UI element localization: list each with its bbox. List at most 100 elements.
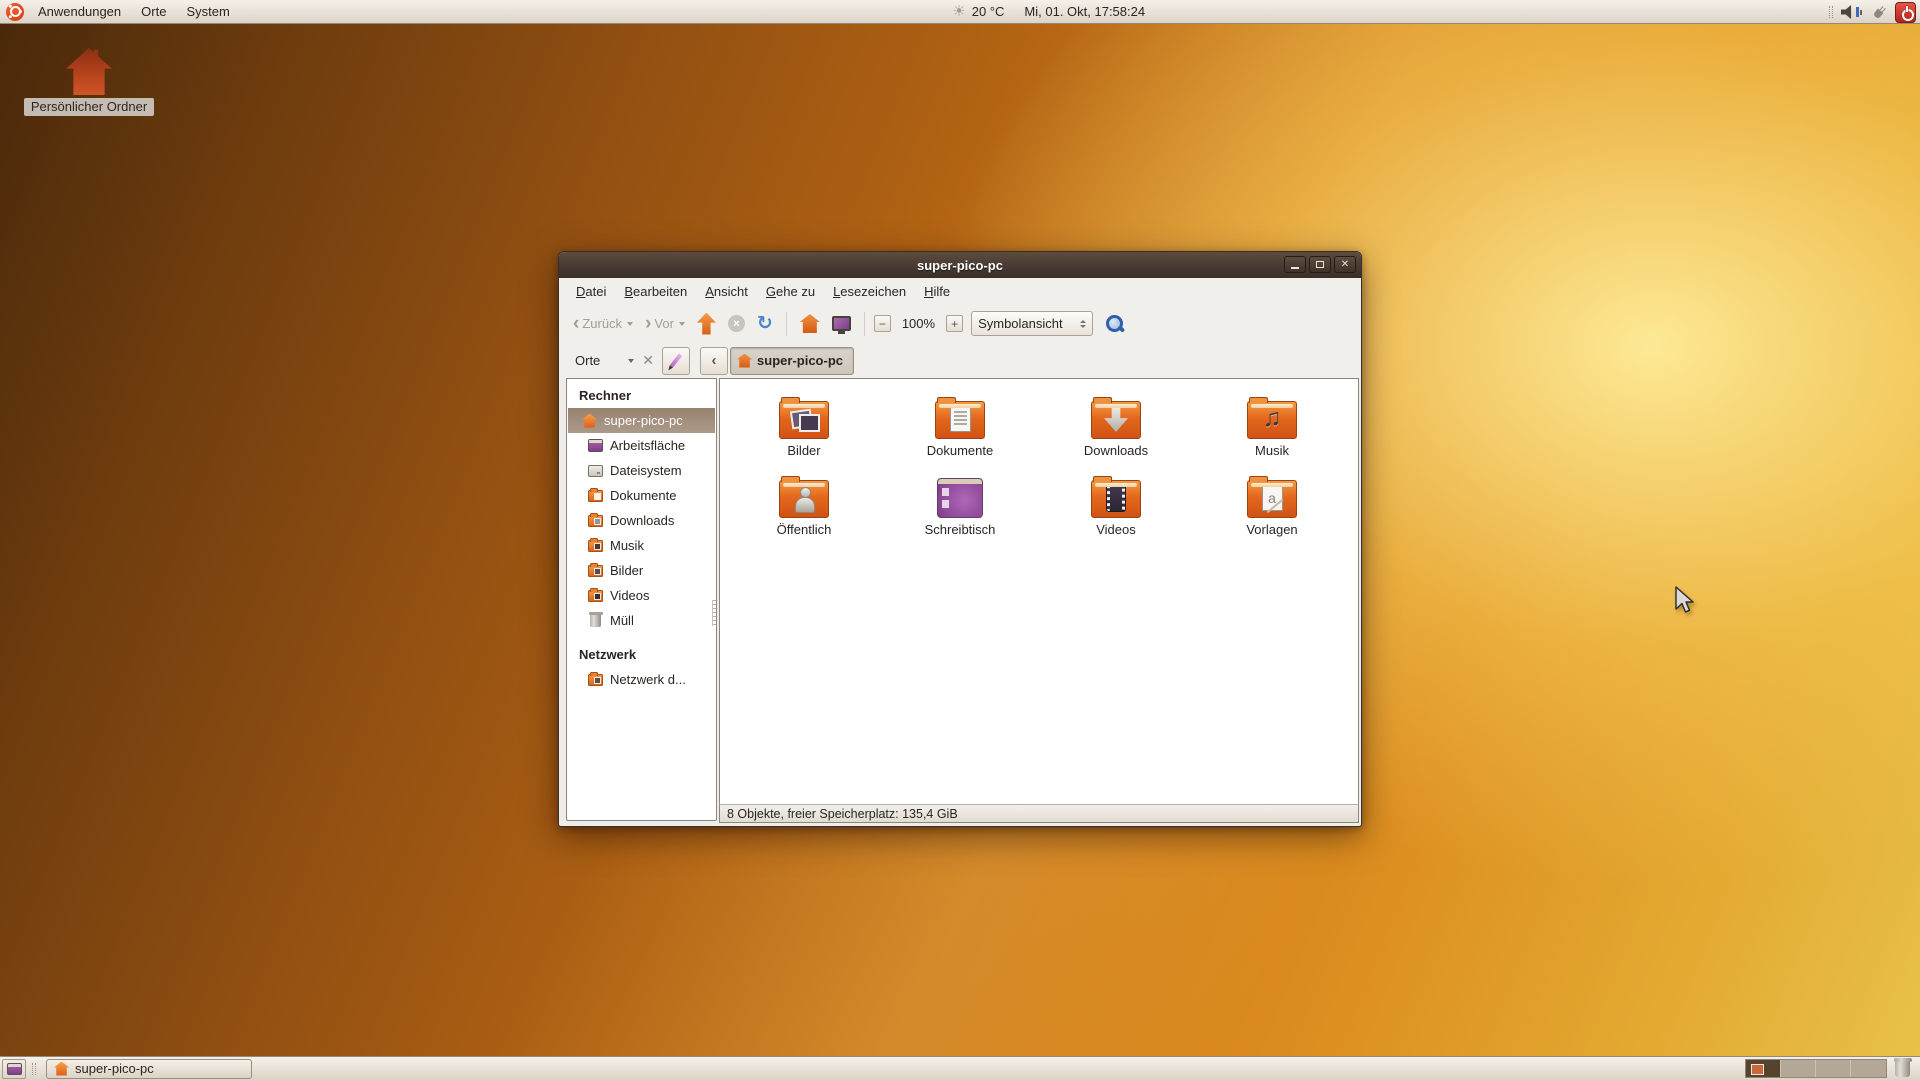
sidebar-item-netzwerk[interactable]: Netzwerk d... xyxy=(567,667,716,692)
clock-applet[interactable]: ☀ 20 °C Mi, 01. Okt, 17:58:24 xyxy=(952,4,1145,19)
minimize-button[interactable] xyxy=(1284,256,1306,273)
file-videos[interactable]: Videos xyxy=(1038,474,1194,537)
file-downloads[interactable]: Downloads xyxy=(1038,395,1194,458)
statusbar-text: 8 Objekte, freier Speicherplatz: 135,4 G… xyxy=(727,807,958,821)
file-dokumente[interactable]: Dokumente xyxy=(882,395,1038,458)
filesystem-drive-icon xyxy=(588,465,603,477)
breadcrumb-back-button[interactable]: ‹ xyxy=(700,347,728,375)
pane-resize-grip[interactable] xyxy=(712,600,717,626)
menu-gehe-zu[interactable]: Gehe zu xyxy=(757,280,824,303)
sidebar-item-label: Bilder xyxy=(610,563,643,578)
top-panel: Anwendungen Orte System ☀ 20 °C Mi, 01. … xyxy=(0,0,1920,24)
sidebar-header-netzwerk: Netzwerk xyxy=(567,633,716,667)
home-icon xyxy=(54,1062,69,1076)
weather-temperature: 20 °C xyxy=(972,4,1005,19)
workspace-1[interactable] xyxy=(1746,1060,1781,1077)
computer-icon xyxy=(832,316,851,331)
stop-button[interactable]: × xyxy=(724,312,749,335)
trash-applet-icon[interactable] xyxy=(1895,1060,1910,1077)
forward-button[interactable]: › Vor xyxy=(641,311,689,336)
places-label: Orte xyxy=(575,353,600,368)
file-oeffentlich[interactable]: Öffentlich xyxy=(726,474,882,537)
tray-grip[interactable] xyxy=(1829,6,1833,18)
file-label: Schreibtisch xyxy=(925,522,996,537)
up-button[interactable] xyxy=(693,310,720,338)
tasklist-grip[interactable] xyxy=(32,1063,36,1075)
breadcrumb-current[interactable]: super-pico-pc xyxy=(730,347,854,375)
menu-bearbeiten[interactable]: Bearbeiten xyxy=(615,280,696,303)
home-button[interactable] xyxy=(796,311,824,336)
zoom-in-button[interactable]: + xyxy=(946,315,963,332)
menu-orte[interactable]: Orte xyxy=(131,0,176,24)
ubuntu-logo-icon[interactable] xyxy=(6,3,24,21)
places-combo[interactable]: Orte xyxy=(569,349,640,372)
menu-anwendungen[interactable]: Anwendungen xyxy=(28,0,131,24)
sidebar-item-dokumente[interactable]: Dokumente xyxy=(567,483,716,508)
sidebar-item-dateisystem[interactable]: Dateisystem xyxy=(567,458,716,483)
file-label: Dokumente xyxy=(927,443,993,458)
zoom-level: 100% xyxy=(895,316,942,331)
sidebar-item-downloads[interactable]: Downloads xyxy=(567,508,716,533)
documents-folder-icon xyxy=(588,490,603,502)
file-label: Bilder xyxy=(787,443,820,458)
window-title: super-pico-pc xyxy=(559,258,1361,273)
volume-tick xyxy=(1860,10,1862,15)
edit-location-button[interactable] xyxy=(662,347,690,375)
sidebar-item-muell[interactable]: Müll xyxy=(567,608,716,633)
computer-button[interactable] xyxy=(828,313,855,334)
file-vorlagen[interactable]: a Vorlagen xyxy=(1194,474,1350,537)
workspace-2[interactable] xyxy=(1781,1060,1816,1077)
volume-icon[interactable] xyxy=(1841,4,1863,20)
reload-button[interactable]: ↻ xyxy=(753,311,777,336)
titlebar[interactable]: super-pico-pc xyxy=(559,252,1361,278)
close-sidebar-icon[interactable]: ✕ xyxy=(642,352,654,369)
toolbar-separator xyxy=(864,312,865,336)
power-button-icon[interactable] xyxy=(1895,2,1916,23)
file-musik[interactable]: ♫ Musik xyxy=(1194,395,1350,458)
taskbar-window-button[interactable]: super-pico-pc xyxy=(46,1059,252,1079)
menu-lesezeichen[interactable]: Lesezeichen xyxy=(824,280,915,303)
sidebar-item-label: Arbeitsfläche xyxy=(610,438,685,453)
sidebar-item-arbeitsflaeche[interactable]: Arbeitsfläche xyxy=(567,433,716,458)
menu-datei[interactable]: Datei xyxy=(567,280,615,303)
sidebar-item-videos[interactable]: Videos xyxy=(567,583,716,608)
close-button[interactable] xyxy=(1334,256,1356,273)
sidebar-item-label: Videos xyxy=(610,588,650,603)
desktop-icon xyxy=(937,478,983,518)
pictures-folder-icon xyxy=(779,401,829,439)
home-icon xyxy=(66,48,112,95)
network-disconnected-icon[interactable] xyxy=(1868,1,1891,24)
back-button[interactable]: ‹ Zurück xyxy=(569,311,637,336)
back-dropdown-icon[interactable] xyxy=(627,322,633,326)
sidebar-item-label: Dateisystem xyxy=(610,463,682,478)
documents-folder-icon xyxy=(935,401,985,439)
sidebar-item-musik[interactable]: Musik xyxy=(567,533,716,558)
sidebar-item-super-pico-pc[interactable]: super-pico-pc xyxy=(568,408,715,433)
file-schreibtisch[interactable]: Schreibtisch xyxy=(882,474,1038,537)
public-folder-icon xyxy=(779,480,829,518)
maximize-button[interactable] xyxy=(1309,256,1331,273)
stop-icon: × xyxy=(728,315,745,332)
videos-folder-icon xyxy=(1091,480,1141,518)
home-icon xyxy=(737,354,752,368)
file-bilder[interactable]: Bilder xyxy=(726,395,882,458)
menu-system[interactable]: System xyxy=(176,0,239,24)
view-mode-select[interactable]: Symbolansicht xyxy=(971,311,1093,336)
desktop-home-icon[interactable]: Persönlicher Ordner xyxy=(18,48,160,116)
home-icon xyxy=(800,314,820,333)
search-icon[interactable] xyxy=(1105,314,1125,334)
taskbar-window-label: super-pico-pc xyxy=(75,1061,154,1076)
menu-ansicht[interactable]: Ansicht xyxy=(696,280,757,303)
reload-icon: ↻ xyxy=(757,314,773,333)
sidebar-item-bilder[interactable]: Bilder xyxy=(567,558,716,583)
zoom-out-button[interactable]: − xyxy=(874,315,891,332)
forward-dropdown-icon[interactable] xyxy=(679,322,685,326)
menu-hilfe[interactable]: Hilfe xyxy=(915,280,959,303)
workspace-4[interactable] xyxy=(1851,1060,1886,1077)
speaker-glyph xyxy=(1841,5,1855,19)
workspace-3[interactable] xyxy=(1816,1060,1851,1077)
clock-text: Mi, 01. Okt, 17:58:24 xyxy=(1024,4,1145,19)
mouse-cursor xyxy=(1674,586,1698,616)
icon-view[interactable]: Bilder Dokumente Downloads ♫ Musik Öffen… xyxy=(719,378,1359,804)
show-desktop-button[interactable] xyxy=(2,1059,26,1079)
